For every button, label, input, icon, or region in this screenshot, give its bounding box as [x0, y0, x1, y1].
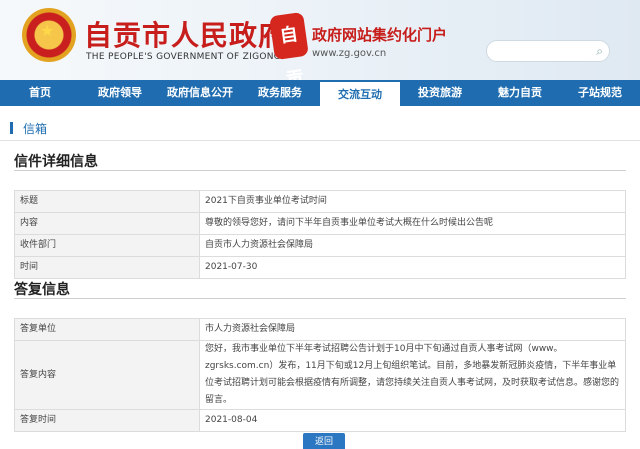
row-label-time: 时间 — [14, 256, 200, 279]
nav-item-info-disclosure[interactable]: 政府信息公开 — [160, 80, 240, 106]
divider — [14, 298, 626, 299]
portal-url: www.zg.gov.cn — [312, 48, 387, 59]
portal-logo-icon: 自贡 — [269, 11, 309, 80]
breadcrumb-mailbox[interactable]: 信箱 — [23, 120, 47, 137]
nav-item-services[interactable]: 政务服务 — [240, 80, 320, 106]
search-icon[interactable]: ⌕ — [596, 44, 603, 59]
row-label-content: 内容 — [14, 212, 200, 235]
row-label-department: 收件部门 — [14, 234, 200, 257]
row-label-reply-content: 答复内容 — [14, 340, 200, 410]
site-title[interactable]: 自贡市人民政府 — [84, 14, 287, 54]
row-value-title: 2021下自贡事业单位考试时间 — [199, 190, 626, 213]
table-row: 答复内容 您好，我市事业单位下半年考试招聘公告计划于10月中下旬通过自贡人事考试… — [14, 340, 626, 410]
nav-item-substations[interactable]: 子站规范 — [560, 80, 640, 106]
reply-section-title: 答复信息 — [14, 282, 70, 298]
table-row: 时间 2021-07-30 — [14, 256, 626, 279]
breadcrumb-marker — [10, 122, 13, 134]
main-nav: 首页 政府领导 政府信息公开 政务服务 交流互动 投资旅游 魅力自贡 子站规范 — [0, 80, 640, 106]
site-header: ★ 自贡市人民政府 THE PEOPLE'S GOVERNMENT OF ZIG… — [0, 0, 640, 80]
nav-item-investment-tourism[interactable]: 投资旅游 — [400, 80, 480, 106]
site-subtitle: THE PEOPLE'S GOVERNMENT OF ZIGONG — [86, 52, 282, 62]
letter-section-title: 信件详细信息 — [14, 154, 98, 170]
table-row: 答复时间 2021-08-04 — [14, 409, 626, 432]
letter-table: 标题 2021下自贡事业单位考试时间 内容 尊敬的领导您好，请问下半年自贡事业单… — [14, 190, 626, 279]
row-value-reply-content: 您好，我市事业单位下半年考试招聘公告计划于10月中下旬通过自贡人事考试网（www… — [199, 340, 626, 410]
nav-item-leaders[interactable]: 政府领导 — [80, 80, 160, 106]
row-label-reply-time: 答复时间 — [14, 409, 200, 432]
row-value-reply-time: 2021-08-04 — [199, 409, 626, 432]
row-value-content: 尊敬的领导您好，请问下半年自贡事业单位考试大概在什么时候出公告呢 — [199, 212, 626, 235]
reply-table: 答复单位 市人力资源社会保障局 答复内容 您好，我市事业单位下半年考试招聘公告计… — [14, 318, 626, 432]
divider — [14, 170, 626, 171]
row-label-reply-unit: 答复单位 — [14, 318, 200, 341]
table-row: 内容 尊敬的领导您好，请问下半年自贡事业单位考试大概在什么时候出公告呢 — [14, 212, 626, 235]
nav-item-home[interactable]: 首页 — [0, 80, 80, 106]
table-row: 标题 2021下自贡事业单位考试时间 — [14, 190, 626, 213]
row-value-reply-unit: 市人力资源社会保障局 — [199, 318, 626, 341]
nav-item-interaction[interactable]: 交流互动 — [320, 80, 400, 106]
row-label-title: 标题 — [14, 190, 200, 213]
table-row: 收件部门 自贡市人力资源社会保障局 — [14, 234, 626, 257]
row-value-time: 2021-07-30 — [199, 256, 626, 279]
search-input[interactable]: ⌕ — [486, 40, 610, 62]
back-button[interactable]: 返回 — [303, 433, 345, 449]
row-value-department: 自贡市人力资源社会保障局 — [199, 234, 626, 257]
breadcrumb: 信箱 — [10, 120, 47, 136]
nav-item-charm-zigong[interactable]: 魅力自贡 — [480, 80, 560, 106]
table-row: 答复单位 市人力资源社会保障局 — [14, 318, 626, 341]
portal-name: 政府网站集约化门户 — [312, 26, 448, 44]
divider — [0, 140, 640, 141]
national-emblem-icon: ★ — [22, 8, 76, 62]
